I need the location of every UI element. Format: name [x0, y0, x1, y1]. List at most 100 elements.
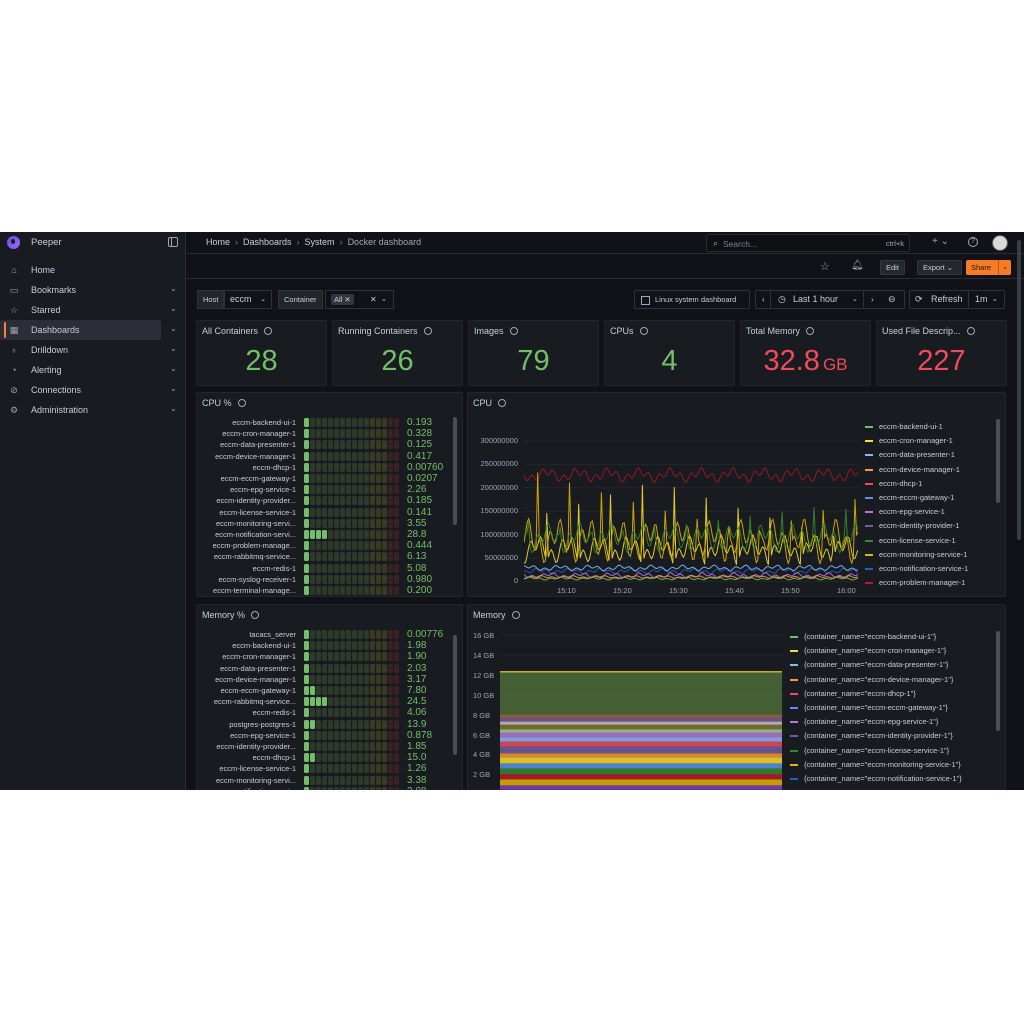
share-dropdown-icon[interactable]: ⌄: [998, 260, 1011, 275]
scrollbar[interactable]: [996, 631, 1000, 731]
legend-item[interactable]: eccm-identity-provider-1: [865, 521, 959, 530]
legend-item[interactable]: {container_name="eccm-dhcp-1"}: [790, 689, 916, 698]
info-icon[interactable]: [251, 611, 260, 619]
share-button[interactable]: Share ⌄: [966, 260, 1011, 275]
bar-gauge-cell: [334, 674, 339, 684]
help-icon[interactable]: ?: [968, 237, 978, 247]
bar-gauge-cell: [382, 574, 387, 584]
legend-item[interactable]: {container_name="eccm-cron-manager-1"}: [790, 646, 946, 655]
legend-item[interactable]: eccm-backend-ui-1: [865, 422, 943, 431]
peeper-logo-icon[interactable]: [7, 236, 20, 249]
info-icon[interactable]: [509, 327, 518, 335]
bar-gauge-cell: [388, 530, 393, 539]
legend-item[interactable]: {container_name="eccm-license-service-1"…: [790, 746, 949, 755]
stat-panel: Images 79: [468, 320, 599, 386]
host-select[interactable]: eccm ⌄: [224, 290, 272, 309]
edit-button[interactable]: Edit: [880, 260, 905, 275]
linux-dashboard-link[interactable]: Linux system dashboard: [634, 290, 750, 309]
legend-item[interactable]: {container_name="eccm-monitoring-service…: [790, 760, 961, 769]
export-button[interactable]: Export ⌄: [917, 260, 962, 275]
chevron-down-icon[interactable]: ⌄: [170, 364, 177, 373]
time-forward-button[interactable]: ›: [871, 291, 874, 308]
chevron-down-icon[interactable]: ⌄: [170, 324, 177, 333]
legend-item[interactable]: eccm-data-presenter-1: [865, 450, 955, 459]
star-icon[interactable]: ☆: [820, 260, 830, 273]
sidebar-item-bookmarks[interactable]: ▭ Bookmarks ⌄: [0, 280, 186, 300]
bar-gauge-value: 0.878: [407, 729, 433, 741]
legend-item[interactable]: {container_name="eccm-epg-service-1"}: [790, 717, 938, 726]
refresh-icon[interactable]: ⟳: [915, 291, 923, 308]
chevron-down-icon[interactable]: ⌄: [170, 304, 177, 313]
stat-value: 79: [469, 345, 598, 378]
sidebar-item-connections[interactable]: ⊘ Connections ⌄: [0, 380, 186, 400]
legend-item[interactable]: eccm-monitoring-service-1: [865, 550, 967, 559]
legend-item[interactable]: {container_name="eccm-eccm-gateway-1"}: [790, 703, 948, 712]
refresh-interval[interactable]: 1m: [975, 291, 988, 308]
scrollbar[interactable]: [996, 419, 1000, 503]
time-range-label[interactable]: Last 1 hour: [793, 291, 838, 308]
chevron-down-icon[interactable]: ⌄: [170, 404, 177, 413]
zoom-out-icon[interactable]: ⊖: [888, 291, 896, 308]
bar-gauge-cell: [310, 530, 315, 539]
legend-item[interactable]: eccm-dhcp-1: [865, 479, 922, 488]
refresh-button[interactable]: Refresh: [931, 291, 963, 308]
container-chip[interactable]: All ✕: [331, 294, 354, 305]
scrollbar[interactable]: [453, 635, 457, 755]
info-icon[interactable]: [966, 327, 975, 335]
container-select[interactable]: All ✕ ✕ ⌄: [325, 290, 394, 309]
legend-item[interactable]: {container_name="eccm-backend-ui-1"}: [790, 632, 936, 641]
legend-item[interactable]: eccm-license-service-1: [865, 536, 956, 545]
page-scrollbar[interactable]: [1017, 240, 1021, 540]
info-icon[interactable]: [237, 399, 246, 407]
clear-icon[interactable]: ✕: [370, 291, 377, 308]
bar-gauge-cell: [304, 641, 309, 651]
legend-item[interactable]: {container_name="eccm-notification-servi…: [790, 774, 962, 783]
sidebar-item-home[interactable]: ⌂ Home: [0, 260, 186, 280]
info-icon[interactable]: [498, 399, 507, 407]
sidebar-item-dashboards[interactable]: ▦ Dashboards ⌄: [0, 320, 177, 340]
bar-gauge-cell: [340, 586, 345, 595]
bar-gauge-value: 4.06: [407, 707, 427, 719]
bar-gauge-cells: [304, 686, 399, 695]
info-icon[interactable]: [806, 327, 815, 335]
bell-icon[interactable]: 🔔︎: [851, 260, 864, 271]
info-icon[interactable]: [511, 611, 520, 619]
legend-item[interactable]: eccm-device-manager-1: [865, 465, 960, 474]
legend-item[interactable]: eccm-problem-manager-1: [865, 578, 965, 587]
bar-gauge-cell: [370, 574, 375, 584]
info-icon[interactable]: [639, 327, 648, 335]
bar-gauge-label: eccm-rabbitmq-service...: [213, 697, 296, 707]
add-new-button[interactable]: + ⌄: [932, 236, 949, 247]
avatar[interactable]: [992, 235, 1008, 251]
scrollbar[interactable]: [453, 417, 457, 525]
search-input[interactable]: ⌕ Search... ctrl+k: [706, 234, 910, 252]
legend-item[interactable]: eccm-notification-service-1: [865, 564, 968, 573]
legend-item[interactable]: {container_name="eccm-device-manager-1"}: [790, 675, 953, 684]
sidebar-item-starred[interactable]: ☆ Starred ⌄: [0, 300, 186, 320]
sidebar-item-drilldown[interactable]: ♁ Drilldown ⌄: [0, 340, 186, 360]
memory-chart-plot[interactable]: [500, 629, 784, 790]
chevron-down-icon[interactable]: ⌄: [170, 344, 177, 353]
legend-item[interactable]: {container_name="eccm-identity-provider-…: [790, 731, 953, 740]
breadcrumb-item[interactable]: Home: [206, 237, 230, 247]
legend-item[interactable]: {container_name="eccm-data-presenter-1"}: [790, 660, 948, 669]
dock-menu-icon[interactable]: [168, 237, 178, 247]
bar-gauge-cell: [340, 574, 345, 584]
chevron-down-icon[interactable]: ⌄: [170, 384, 177, 393]
time-back-button[interactable]: ‹: [762, 291, 765, 308]
bar-gauge-cell: [346, 462, 351, 472]
chevron-down-icon[interactable]: ⌄: [170, 284, 177, 293]
bar-gauge-cell: [304, 485, 309, 495]
breadcrumb-item[interactable]: Dashboards: [243, 237, 292, 247]
info-icon[interactable]: [264, 327, 273, 335]
info-icon[interactable]: [423, 327, 432, 335]
legend-item[interactable]: eccm-epg-service-1: [865, 507, 945, 516]
legend-item[interactable]: eccm-cron-manager-1: [865, 436, 953, 445]
bar-gauge-cell: [394, 742, 399, 751]
bar-gauge-cell: [388, 474, 393, 483]
breadcrumb-item[interactable]: System: [305, 237, 335, 247]
legend-item[interactable]: eccm-eccm-gateway-1: [865, 493, 954, 502]
sidebar-item-alerting[interactable]: ◔ Alerting ⌄: [0, 360, 186, 380]
sidebar-item-administration[interactable]: ⚙ Administration ⌄: [0, 400, 186, 420]
cpu-chart-plot[interactable]: [524, 433, 858, 583]
